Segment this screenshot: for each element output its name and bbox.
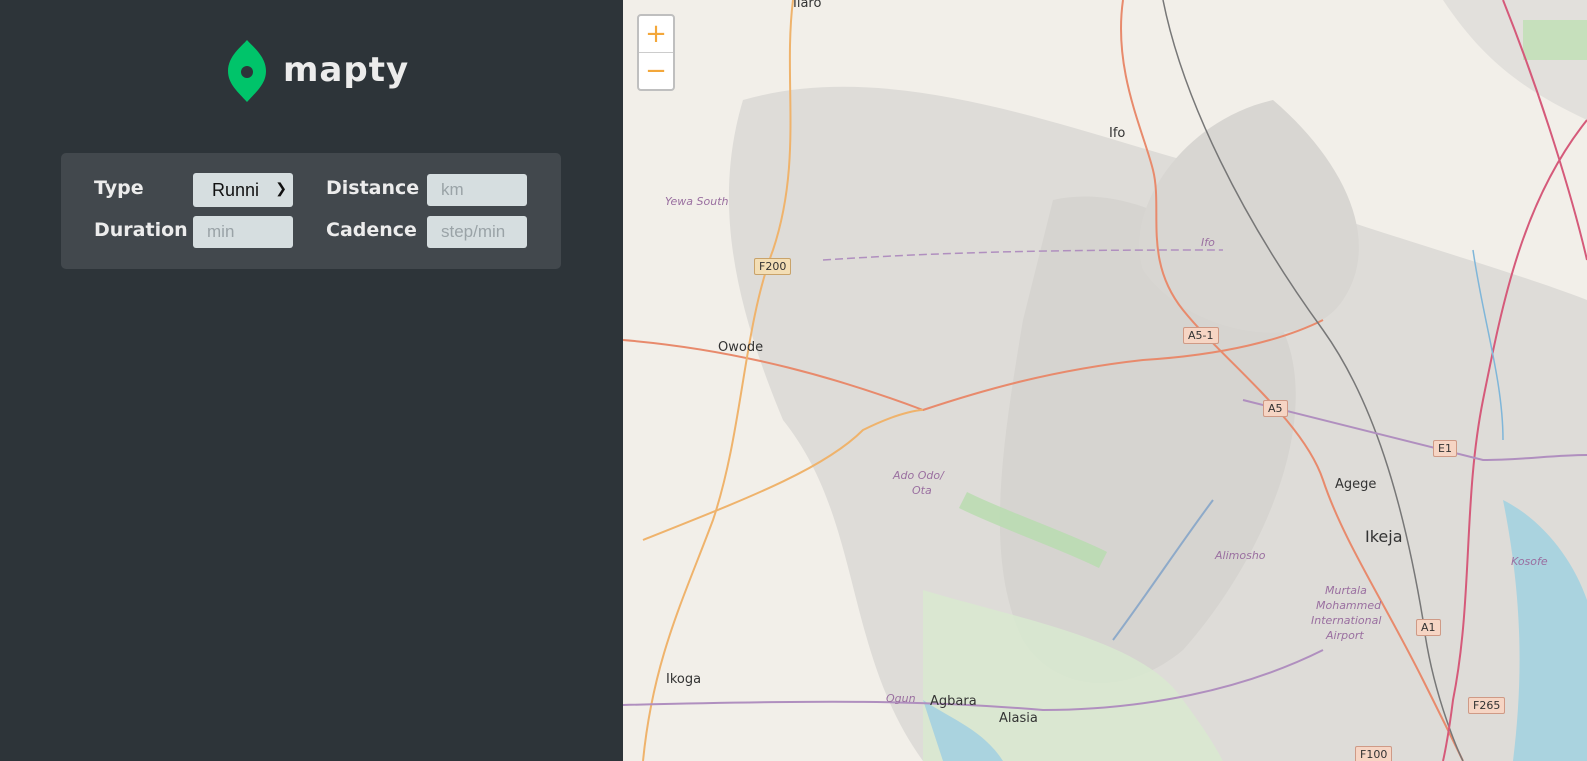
road-shield: F265 bbox=[1468, 697, 1506, 714]
place-label: Yewa South bbox=[665, 195, 729, 208]
place-label: Murtala bbox=[1325, 584, 1367, 597]
road-shield: A1 bbox=[1416, 619, 1441, 636]
logo: mapty bbox=[228, 38, 409, 102]
place-label: Ota bbox=[912, 484, 932, 497]
place-label: Ikeja bbox=[1365, 527, 1403, 546]
duration-label: Duration bbox=[94, 219, 188, 241]
app-name: mapty bbox=[283, 50, 410, 90]
place-label: Ado Odo/ bbox=[893, 469, 944, 482]
zoom-control: + − bbox=[637, 14, 675, 91]
road-shield: E1 bbox=[1433, 440, 1457, 457]
map-pin-icon bbox=[228, 40, 266, 102]
cadence-label: Cadence bbox=[326, 219, 417, 241]
road-shield: A5-1 bbox=[1183, 327, 1219, 344]
workout-form: Type Runni ❯ Distance Duration Cadence bbox=[61, 153, 561, 269]
place-label: Owode bbox=[718, 340, 764, 355]
distance-label: Distance bbox=[326, 177, 420, 199]
road-shield: A5 bbox=[1263, 400, 1288, 417]
place-label: Kosofe bbox=[1511, 555, 1548, 568]
map[interactable]: Ilaro Ifo Yewa South Ifo Owode Ado Odo/ … bbox=[623, 0, 1587, 761]
place-label: Airport bbox=[1326, 629, 1364, 642]
road-shield: F200 bbox=[754, 258, 792, 275]
chevron-down-icon: ❯ bbox=[275, 180, 287, 196]
place-label: Alimosho bbox=[1215, 549, 1266, 562]
type-select-value: Runni bbox=[212, 179, 260, 200]
map-tiles bbox=[623, 0, 1587, 761]
place-label: International bbox=[1311, 614, 1382, 627]
place-label: Agege bbox=[1335, 477, 1377, 492]
type-label: Type bbox=[94, 177, 144, 199]
type-select[interactable]: Runni ❯ bbox=[193, 173, 293, 207]
place-label: Ifo bbox=[1109, 126, 1126, 141]
place-label: Ifo bbox=[1201, 236, 1215, 249]
duration-input[interactable] bbox=[193, 216, 293, 248]
place-label: Mohammed bbox=[1316, 599, 1382, 612]
cadence-input[interactable] bbox=[427, 216, 527, 248]
road-shield: F100 bbox=[1355, 746, 1393, 761]
place-label: Alasia bbox=[999, 711, 1038, 726]
place-label: Ogun bbox=[886, 692, 916, 705]
sidebar: mapty Type Runni ❯ Distance Duration Cad… bbox=[0, 0, 623, 761]
place-label: Ikoga bbox=[666, 672, 702, 687]
zoom-out-button[interactable]: − bbox=[639, 53, 673, 89]
distance-input[interactable] bbox=[427, 174, 527, 206]
place-label: Ilaro bbox=[793, 0, 822, 11]
zoom-in-button[interactable]: + bbox=[639, 16, 673, 52]
place-label: Agbara bbox=[930, 694, 977, 709]
